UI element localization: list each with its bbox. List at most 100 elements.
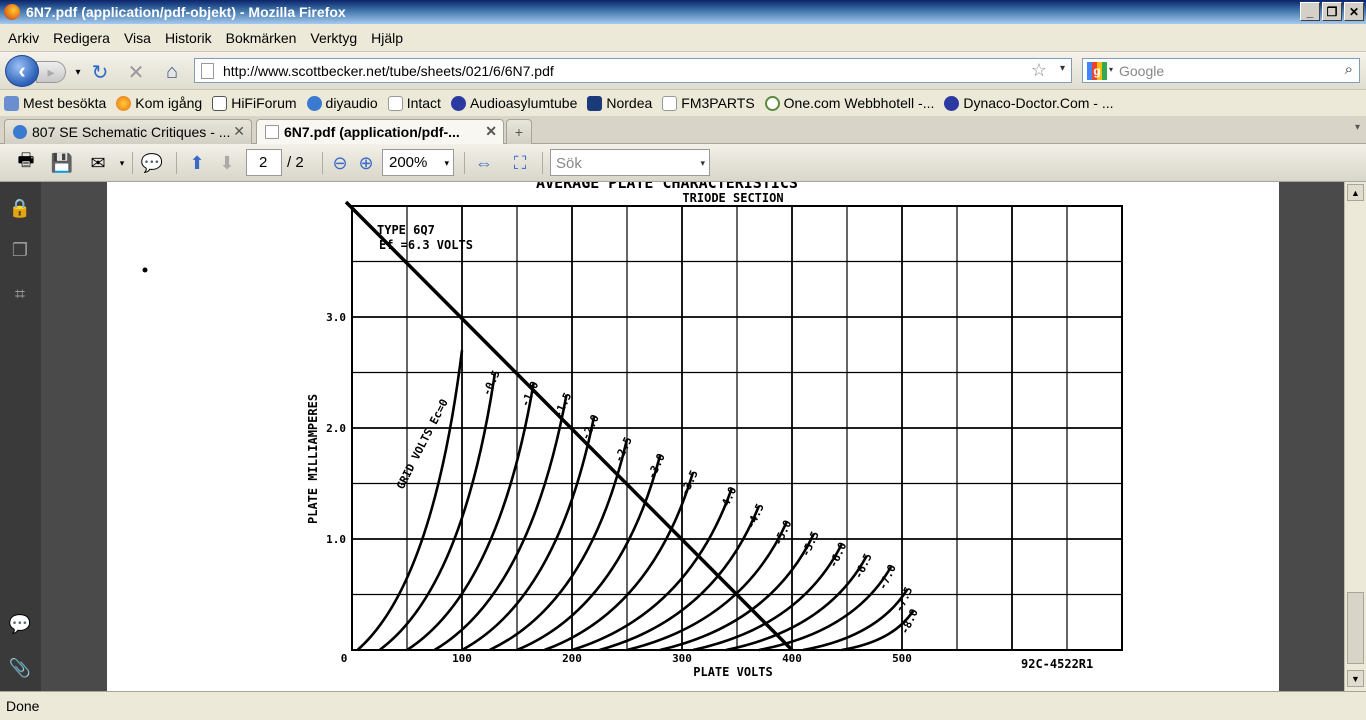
back-arrow-icon: ‹ [18, 58, 26, 83]
curve-Ec=0 [356, 350, 464, 651]
status-text: Done [6, 698, 40, 714]
audioasylum-icon [450, 95, 466, 111]
fit-width-icon[interactable]: ⇔ [472, 152, 496, 174]
bookmark-item[interactable]: Intact [387, 95, 441, 111]
plate-characteristics-chart: AVERAGE PLATE CHARACTERISTICS TRIODE SEC… [142, 182, 1123, 679]
new-tab-button[interactable]: + [506, 119, 532, 144]
fit-page-icon[interactable]: ⛶ [508, 152, 532, 174]
menu-verktyg[interactable]: Verktyg [304, 30, 365, 46]
forward-button[interactable]: ▸ [36, 61, 66, 83]
forward-arrow-icon: ▸ [47, 63, 55, 80]
menu-hjalp[interactable]: Hjälp [365, 30, 411, 46]
bookmark-item[interactable]: FM3PARTS [662, 95, 755, 111]
curve--2.5 [488, 438, 629, 652]
pages-icon[interactable]: ❐ [8, 238, 32, 262]
scroll-up-icon[interactable]: ▲ [1347, 184, 1364, 201]
history-dropdown-icon[interactable]: ▾ [66, 60, 90, 84]
title-bar: 6N7.pdf (application/pdf-objekt) - Mozil… [0, 0, 1366, 24]
google-engine-icon[interactable]: g [1087, 62, 1107, 80]
curve--4.0 [571, 488, 733, 652]
bookmark-item[interactable]: Audioasylumtube [450, 95, 577, 111]
bookmark-star-icon[interactable]: ☆ [1031, 60, 1047, 81]
vertical-scrollbar[interactable]: ▲ ▼ [1344, 182, 1366, 691]
figure-id: 92C-4522R1 [1021, 657, 1093, 671]
find-input[interactable]: Sök ▾ [550, 149, 710, 176]
menu-bokmarken[interactable]: Bokmärken [220, 30, 305, 46]
close-tab-icon[interactable]: ✕ [233, 123, 245, 140]
menu-arkiv[interactable]: Arkiv [2, 30, 47, 46]
close-button[interactable]: ✕ [1344, 2, 1364, 21]
menu-historik[interactable]: Historik [159, 30, 220, 46]
comment-icon[interactable]: 💬 [140, 152, 164, 174]
window-title: 6N7.pdf (application/pdf-objekt) - Mozil… [26, 4, 346, 20]
bookmark-item[interactable]: HiFiForum [212, 95, 297, 111]
diyaudio-icon [13, 125, 27, 139]
curve-label: -6.5 [852, 551, 875, 581]
menu-visa[interactable]: Visa [118, 30, 159, 46]
page-icon [662, 95, 678, 111]
attachment-icon[interactable]: 📎 [8, 656, 32, 680]
bookmark-item[interactable]: Nordea [587, 95, 652, 111]
bookmark-item[interactable]: One.com Webbhotell -... [764, 95, 934, 111]
minimize-button[interactable]: _ [1300, 2, 1320, 21]
tab-list-icon[interactable]: ▾ [1355, 122, 1360, 133]
print-icon[interactable]: 🖶 [14, 150, 38, 174]
url-dropdown-icon[interactable]: ▾ [1060, 63, 1065, 74]
curve--7.5 [802, 588, 909, 652]
pdf-page: AVERAGE PLATE CHARACTERISTICS TRIODE SEC… [107, 182, 1279, 691]
close-tab-icon[interactable]: ✕ [485, 123, 497, 140]
prev-page-icon[interactable]: ⬆ [185, 152, 209, 174]
curve--3.5 [544, 472, 695, 652]
save-icon[interactable]: 💾 [50, 152, 74, 174]
home-icon[interactable]: ⌂ [160, 60, 184, 84]
search-icon[interactable]: ⌕ [1345, 61, 1353, 78]
x-tick-label: 400 [782, 652, 802, 665]
chart-ticks: 0 100 200 300 400 500 1.0 2.0 3.0 [326, 311, 912, 665]
x-tick-label: 300 [672, 652, 692, 665]
grid-volts-label: GRID VOLTS Ec=0 [394, 397, 451, 491]
globe-icon [4, 95, 19, 111]
bookmark-item[interactable]: Mest besökta [4, 95, 106, 111]
curve-label: -3.0 [645, 452, 668, 482]
scroll-down-icon[interactable]: ▼ [1347, 670, 1364, 687]
comments-icon[interactable]: 💬 [8, 612, 32, 636]
chevron-down-icon: ▾ [444, 158, 449, 168]
curve-label: -7.0 [876, 563, 899, 593]
ef-annotation: Ef =6.3 VOLTS [379, 238, 473, 252]
bookmark-item[interactable]: Dynaco-Doctor.Com - ... [944, 95, 1114, 111]
bookmark-item[interactable]: Kom igång [116, 95, 202, 111]
tab-6n7-pdf[interactable]: 6N7.pdf (application/pdf-... ✕ [256, 119, 504, 144]
menu-redigera[interactable]: Redigera [47, 30, 118, 46]
url-bar[interactable]: http://www.scottbecker.net/tube/sheets/0… [194, 58, 1072, 83]
search-input[interactable]: g ▾ Google ⌕ [1082, 58, 1360, 83]
back-button[interactable]: ‹ [5, 55, 39, 87]
diyaudio-icon [306, 95, 322, 111]
restore-button[interactable]: ❐ [1322, 2, 1342, 21]
bookmark-item[interactable]: diyaudio [306, 95, 378, 111]
email-dropdown-icon[interactable]: ▾ [110, 152, 134, 174]
firefox-icon [4, 4, 20, 20]
engine-dropdown-icon[interactable]: ▾ [1109, 65, 1113, 74]
url-text[interactable]: http://www.scottbecker.net/tube/sheets/0… [223, 63, 554, 79]
onecom-icon [764, 95, 780, 111]
tab-807-se[interactable]: 807 SE Schematic Critiques - ... ✕ [4, 119, 252, 144]
tab-bar: 807 SE Schematic Critiques - ... ✕ 6N7.p… [0, 116, 1366, 144]
binoculars-icon[interactable]: ⌗ [8, 282, 32, 306]
email-icon[interactable]: ✉ [86, 152, 110, 174]
curve--3.0 [516, 455, 662, 652]
y-axis-label: PLATE MILLIAMPERES [306, 394, 320, 524]
page-number-input[interactable]: 2 [246, 149, 282, 176]
chevron-down-icon: ▾ [700, 158, 705, 168]
zoom-out-icon[interactable]: ⊖ [328, 152, 352, 174]
scroll-thumb[interactable] [1347, 592, 1364, 664]
status-bar: Done [0, 691, 1366, 720]
curve-label: -6.0 [826, 540, 849, 570]
zoom-select[interactable]: 200% ▾ [382, 149, 454, 176]
lock-icon[interactable]: 🔒 [8, 196, 32, 220]
stop-icon[interactable]: ✕ [124, 60, 148, 84]
zoom-in-icon[interactable]: ⊕ [354, 152, 378, 174]
dynaco-icon [944, 95, 960, 111]
reload-icon[interactable]: ↻ [88, 60, 112, 84]
next-page-icon[interactable]: ⬇ [215, 152, 239, 174]
page-icon [387, 95, 403, 111]
